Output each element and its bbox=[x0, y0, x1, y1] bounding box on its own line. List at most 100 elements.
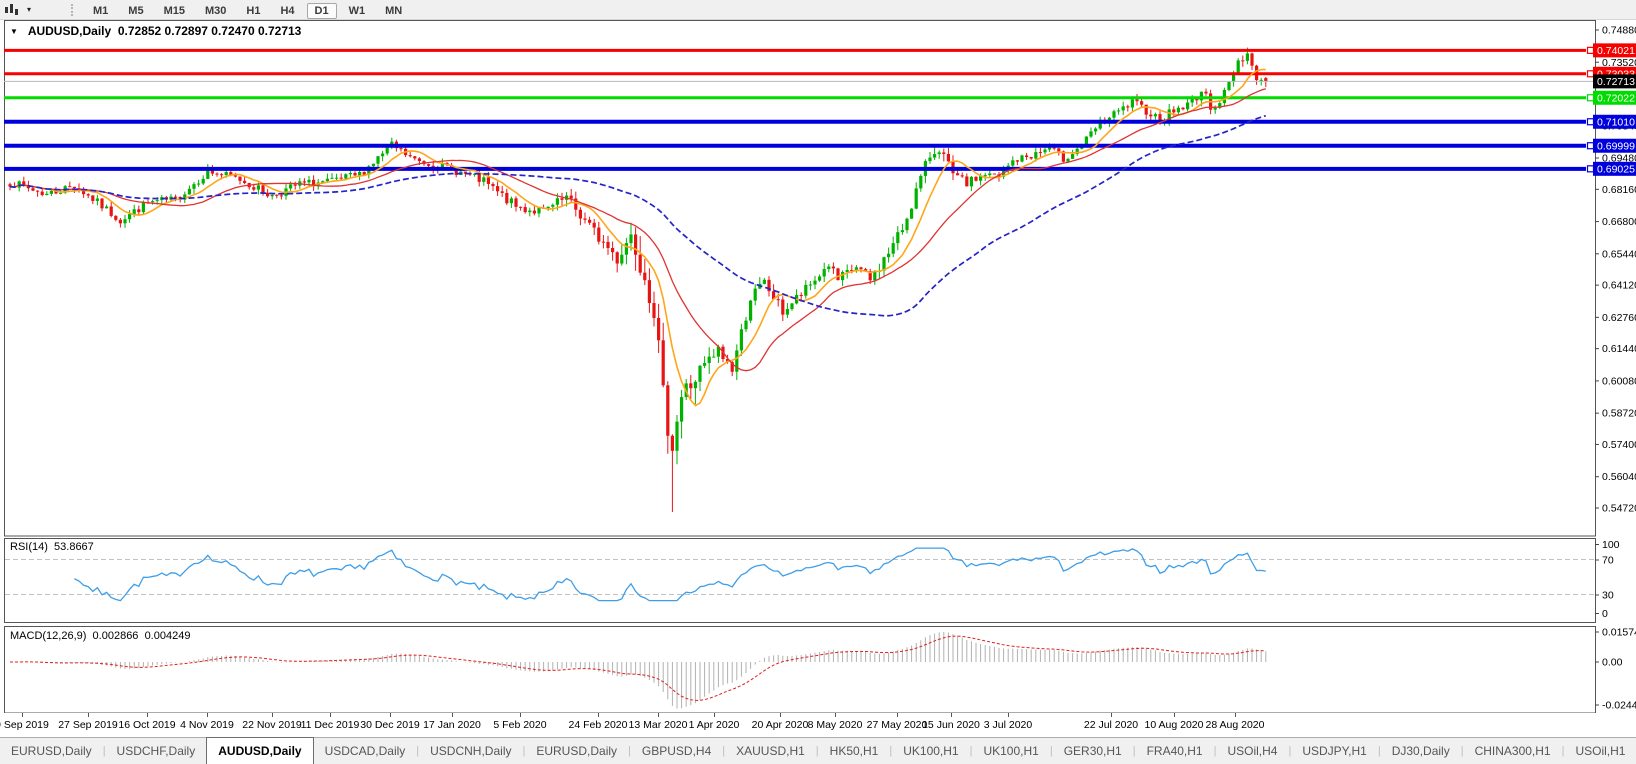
tab-china300-h1[interactable]: CHINA300,H1 bbox=[1464, 738, 1562, 764]
rsi-scale-label: 30 bbox=[1602, 590, 1614, 602]
timeframe-button-h4[interactable]: H4 bbox=[272, 3, 302, 19]
date-label: 20 Apr 2020 bbox=[751, 719, 809, 731]
date-tick bbox=[452, 713, 453, 717]
price-tick-label: 0.60080 bbox=[1602, 375, 1636, 387]
timeframe-button-w1[interactable]: W1 bbox=[341, 3, 374, 19]
svg-text:0.71010: 0.71010 bbox=[1597, 117, 1635, 129]
date-label: 8 May 2020 bbox=[807, 719, 863, 731]
tabs: EURUSD,Daily | USDCHF,Daily AUDUSD,Daily USD… bbox=[0, 737, 1636, 764]
date-label: 22 Jul 2020 bbox=[1083, 719, 1139, 731]
date-label: 30 Dec 2019 bbox=[360, 719, 420, 731]
date-label: 5 Feb 2020 bbox=[493, 719, 547, 731]
svg-text:0.74021: 0.74021 bbox=[1597, 45, 1635, 57]
date-tick bbox=[598, 713, 599, 717]
chart-symbol: AUDUSD,Daily bbox=[27, 24, 112, 38]
date-label: 4 Nov 2019 bbox=[180, 719, 234, 731]
date-tick bbox=[207, 713, 208, 717]
date-label: 27 May 2020 bbox=[866, 719, 928, 731]
timeframe-button-m30[interactable]: M30 bbox=[197, 3, 234, 19]
timeframe-button-m1[interactable]: M1 bbox=[85, 3, 116, 19]
price-badge-0.69999: 0.69999 bbox=[1593, 138, 1636, 153]
tab-audusd-daily[interactable]: AUDUSD,Daily bbox=[206, 737, 314, 764]
date-tick bbox=[390, 713, 391, 717]
macd-indicator-canvas[interactable]: 0.015741 0.00 -0.02441 bbox=[4, 626, 1636, 714]
price-badge-0.71010: 0.71010 bbox=[1593, 114, 1636, 129]
date-label: 10 Aug 2020 bbox=[1144, 719, 1204, 731]
date-tick bbox=[835, 713, 836, 717]
date-tick bbox=[951, 713, 952, 717]
main-chart-canvas[interactable]: 0.748800.735200.721600.708400.694800.681… bbox=[4, 20, 1636, 537]
timeframe-button-m5[interactable]: M5 bbox=[120, 3, 151, 19]
timeframe-toolbar: ▾ M1 M5 M15 M30 H1 H4 D1 W1 MN bbox=[0, 0, 1636, 20]
mt4-window: ▾ M1M5 M15M30H1H4D1W1MN 0.748800.735200.7… bbox=[0, 0, 1636, 764]
tab-uk100-h1[interactable]: UK100,H1 bbox=[892, 738, 969, 764]
date-label: 16 Oct 2019 bbox=[118, 719, 176, 731]
tab-usdjpy-h1[interactable]: USDJPY,H1 bbox=[1291, 738, 1377, 764]
date-axis: 9 Sep 2019 27 Sep 2019 16 Oct 2019 4 Nov 20… bbox=[0, 713, 1636, 737]
date-tick bbox=[1174, 713, 1175, 717]
timeframe-button-m15[interactable]: M15 bbox=[156, 3, 193, 19]
chevron-down-icon[interactable]: ▾ bbox=[27, 5, 31, 14]
tab-xauusd-h1[interactable]: XAUUSD,H1 bbox=[725, 738, 816, 764]
date-tick bbox=[22, 713, 23, 717]
chart-title: ▼ AUDUSD,Daily 0.72852 0.72897 0.72470 0… bbox=[10, 24, 301, 38]
timeframe-buttons: M1 M5 M15 M30 H1 H4 D1 W1 MN bbox=[83, 1, 412, 19]
chart-tab-bar: EURUSD,Daily | USDCHF,Daily AUDUSD,Daily USD… bbox=[0, 737, 1636, 764]
macd-scale-label: -0.02441 bbox=[1602, 700, 1636, 712]
price-tick-label: 0.65440 bbox=[1602, 248, 1636, 260]
rsi-scale-label: 100 bbox=[1602, 539, 1620, 551]
price-tick-label: 0.56040 bbox=[1602, 471, 1636, 483]
rsi-name: RSI(14) bbox=[10, 541, 48, 553]
price-tick-label: 0.58720 bbox=[1602, 408, 1636, 420]
collapse-triangle-icon[interactable]: ▼ bbox=[10, 27, 18, 36]
timeframe-button-mn[interactable]: MN bbox=[377, 3, 410, 19]
date-label: 1 Apr 2020 bbox=[688, 719, 740, 731]
date-label: 28 Aug 2020 bbox=[1205, 719, 1265, 731]
tab-gbpusd-h4[interactable]: GBPUSD,H4 bbox=[631, 738, 722, 764]
timeframe-button-h1[interactable]: H1 bbox=[238, 3, 268, 19]
rsi-scale-label: 0 bbox=[1602, 608, 1608, 620]
tab-dj30-daily[interactable]: DJ30,Daily bbox=[1381, 738, 1461, 764]
tab-usoil-h4[interactable]: USOil,H4 bbox=[1216, 738, 1288, 764]
tab-hk50-h1[interactable]: HK50,H1 bbox=[819, 738, 890, 764]
macd-scale-label: 0.015741 bbox=[1602, 627, 1636, 639]
tab-usdcad-daily[interactable]: USDCAD,Daily bbox=[314, 738, 417, 764]
macd-name: MACD(12,26,9) bbox=[10, 630, 87, 642]
tab-eurusd-daily[interactable]: EURUSD,Daily bbox=[0, 738, 103, 764]
date-tick bbox=[897, 713, 898, 717]
tab-usoil-h1[interactable]: USOil,H1 bbox=[1564, 738, 1636, 764]
date-tick bbox=[147, 713, 148, 717]
date-tick bbox=[658, 713, 659, 717]
tab-usdchf-daily[interactable]: USDCHF,Daily bbox=[106, 738, 207, 764]
rsi-label: RSI(14) 53.8667 bbox=[10, 541, 94, 553]
tab-uk100-h1[interactable]: UK100,H1 bbox=[972, 738, 1049, 764]
price-badge-0.72022: 0.72022 bbox=[1593, 90, 1636, 105]
chart-tool-icon[interactable] bbox=[5, 3, 24, 16]
timeframe-button-d1[interactable]: D1 bbox=[306, 2, 337, 19]
rsi-indicator-canvas[interactable]: 100 70 30 0 bbox=[4, 538, 1636, 624]
date-tick bbox=[1111, 713, 1112, 717]
date-label: 9 Sep 2019 bbox=[0, 719, 49, 731]
date-tick bbox=[88, 713, 89, 717]
rsi-scale-label: 70 bbox=[1602, 555, 1614, 567]
date-tick bbox=[1008, 713, 1009, 717]
date-tick bbox=[330, 713, 331, 717]
svg-text:0.72713: 0.72713 bbox=[1597, 76, 1635, 88]
tab-ger30-h1[interactable]: GER30,H1 bbox=[1053, 738, 1133, 764]
price-tick-label: 0.57400 bbox=[1602, 439, 1636, 451]
tab-fra40-h1[interactable]: FRA40,H1 bbox=[1136, 738, 1214, 764]
macd-label: MACD(12,26,9) 0.002866 0.004249 bbox=[10, 630, 190, 642]
price-tick-label: 0.61440 bbox=[1602, 343, 1636, 355]
date-tick bbox=[714, 713, 715, 717]
rsi-value: 53.8667 bbox=[54, 541, 94, 553]
price-tick-label: 0.54720 bbox=[1602, 502, 1636, 514]
price-badge-0.72713: 0.72713 bbox=[1593, 74, 1636, 89]
svg-text:0.69025: 0.69025 bbox=[1597, 164, 1635, 176]
date-label: 13 Mar 2020 bbox=[628, 719, 688, 731]
macd-main-value: 0.002866 bbox=[92, 630, 139, 642]
date-label: 27 Sep 2019 bbox=[58, 719, 118, 731]
tab-eurusd-daily[interactable]: EURUSD,Daily bbox=[525, 738, 628, 764]
date-label: 22 Nov 2019 bbox=[242, 719, 302, 731]
chart-ohlc-values: 0.72852 0.72897 0.72470 0.72713 bbox=[117, 24, 302, 38]
tab-usdcnh-daily[interactable]: USDCNH,Daily bbox=[419, 738, 522, 764]
